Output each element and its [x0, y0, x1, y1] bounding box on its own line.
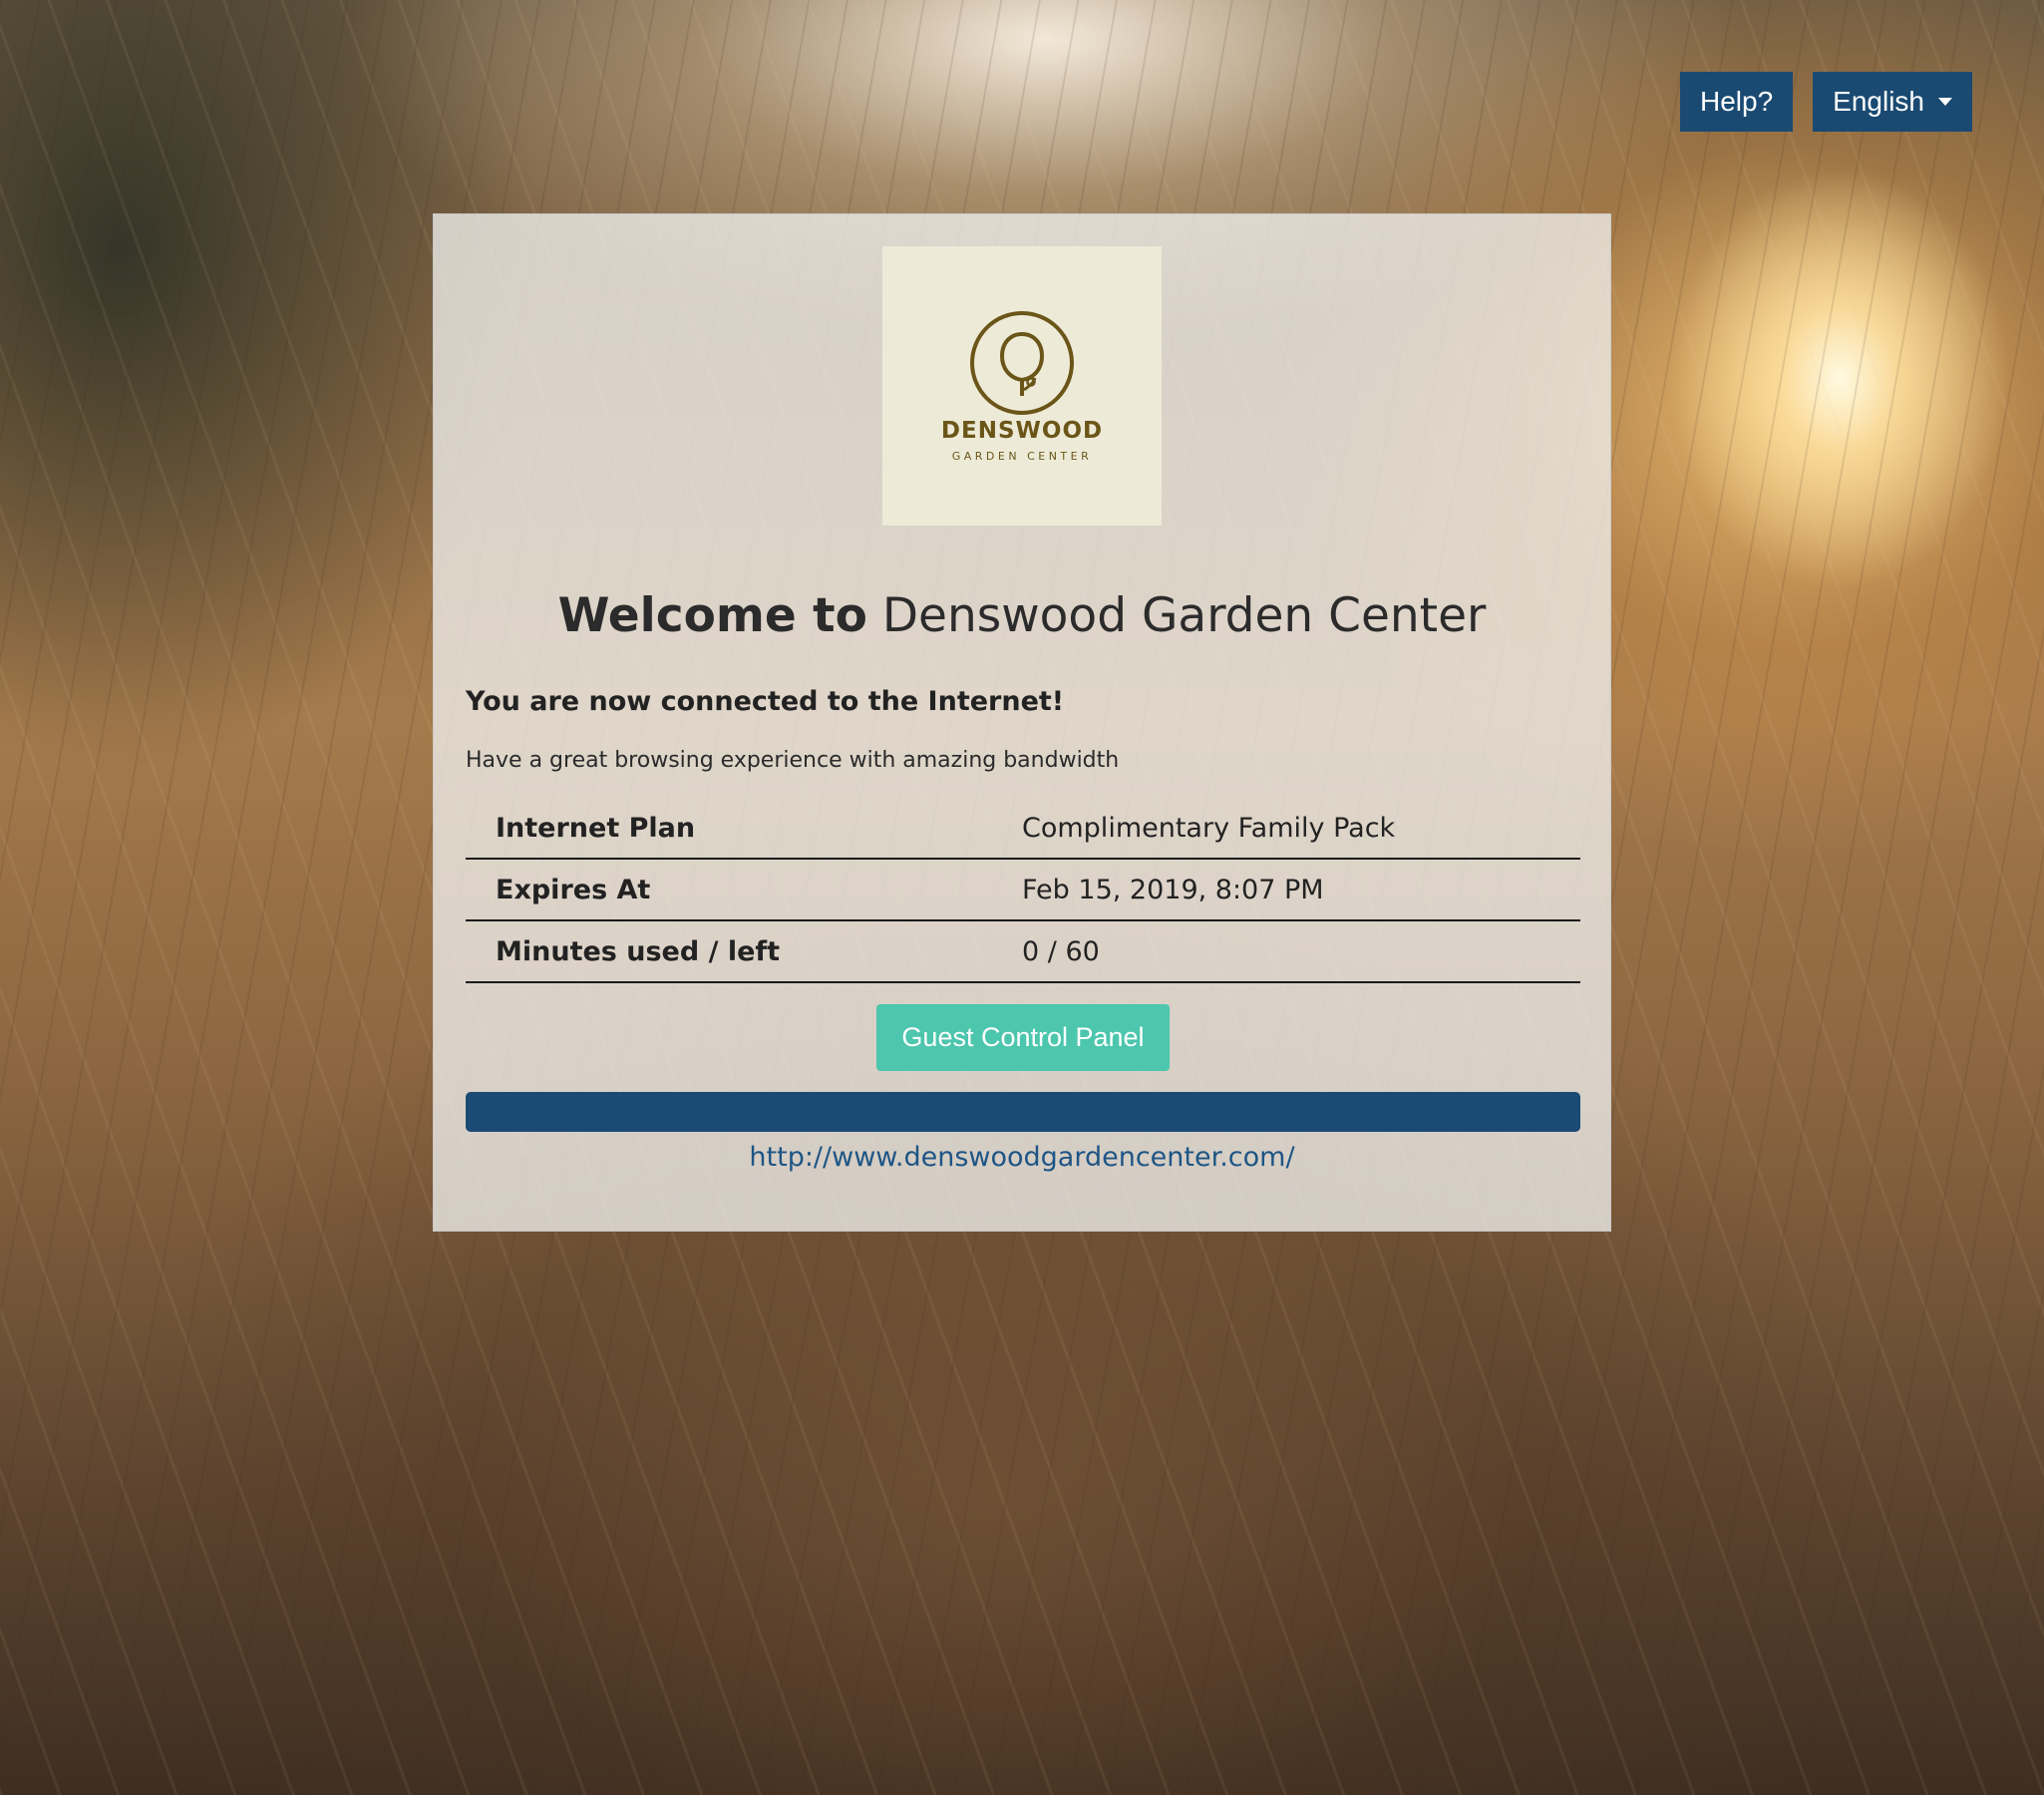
- plan-label: Internet Plan: [496, 812, 696, 844]
- table-row: Minutes used / left 0 / 60: [466, 921, 1580, 983]
- bandwidth-message: Have a great browsing experience with am…: [466, 748, 1120, 773]
- guest-control-panel-label: Guest Control Panel: [901, 1022, 1145, 1052]
- help-button[interactable]: Help?: [1679, 72, 1794, 132]
- welcome-prefix: Welcome to: [557, 588, 867, 643]
- website-link[interactable]: http://www.denswoodgardencenter.com/: [434, 1142, 1610, 1173]
- minutes-value: 0 / 60: [1022, 935, 1100, 967]
- minutes-label: Minutes used / left: [496, 935, 781, 967]
- language-dropdown[interactable]: English: [1813, 72, 1972, 132]
- help-button-label: Help?: [1699, 86, 1774, 117]
- plan-value: Complimentary Family Pack: [1022, 812, 1396, 844]
- expires-label: Expires At: [496, 874, 651, 905]
- top-toolbar: Help? English: [1679, 72, 1972, 132]
- plan-info-table: Internet Plan Complimentary Family Pack …: [466, 798, 1580, 983]
- logo-tagline: GARDEN CENTER: [951, 450, 1093, 463]
- page-title: Welcome to Denswood Garden Center: [434, 588, 1610, 643]
- guest-control-panel-button[interactable]: Guest Control Panel: [876, 1004, 1170, 1071]
- venue-name: Denswood Garden Center: [881, 588, 1487, 643]
- logo-name: DENSWOOD: [940, 418, 1104, 444]
- venue-logo: DENSWOOD GARDEN CENTER: [882, 246, 1162, 526]
- tree-logo-icon: [970, 311, 1074, 415]
- table-row: Expires At Feb 15, 2019, 8:07 PM: [466, 860, 1580, 921]
- connected-message: You are now connected to the Internet!: [466, 686, 1065, 717]
- welcome-card: DENSWOOD GARDEN CENTER Welcome to Denswo…: [433, 213, 1611, 1232]
- expires-value: Feb 15, 2019, 8:07 PM: [1022, 874, 1324, 905]
- table-row: Internet Plan Complimentary Family Pack: [466, 798, 1580, 860]
- divider-bar: [466, 1092, 1580, 1132]
- language-label: English: [1833, 86, 1924, 117]
- caret-down-icon: [1938, 98, 1952, 106]
